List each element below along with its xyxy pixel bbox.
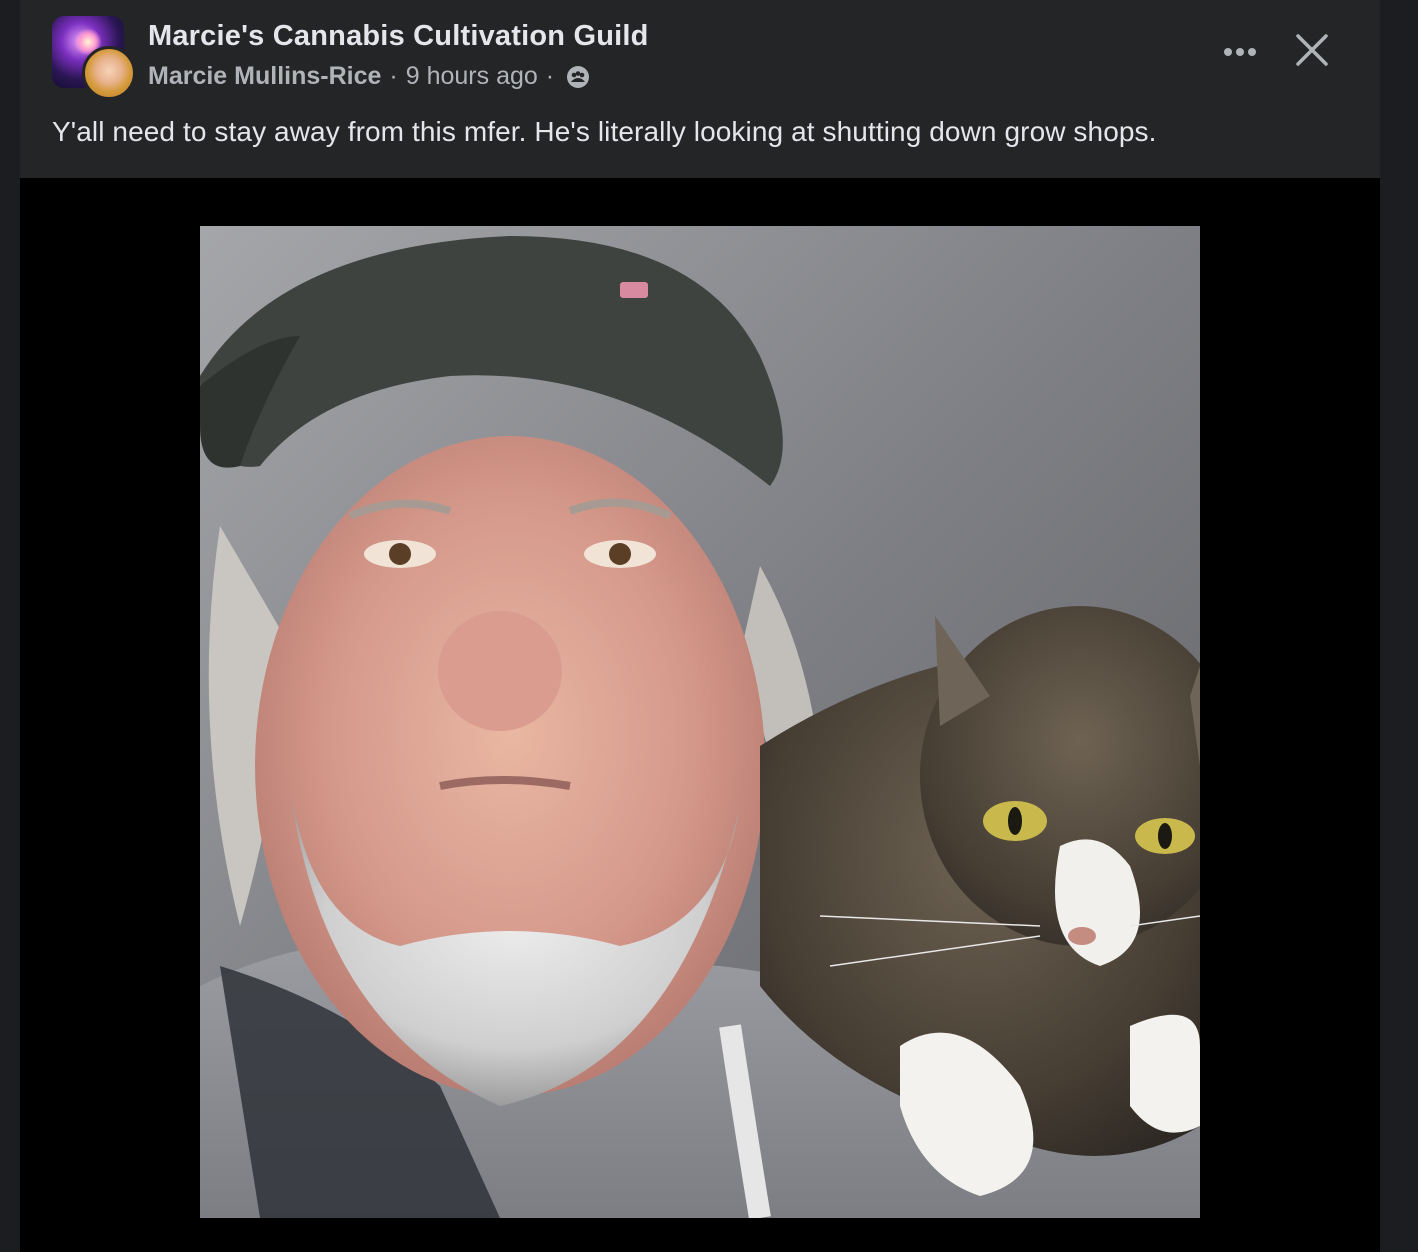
avatar-group[interactable] (52, 16, 136, 100)
author-name-link[interactable]: Marcie Mullins-Rice (148, 62, 381, 91)
close-icon (1295, 33, 1329, 72)
group-name-link[interactable]: Marcie's Cannabis Cultivation Guild (148, 20, 649, 53)
close-button[interactable] (1290, 30, 1334, 74)
post-card: Marcie's Cannabis Cultivation Guild Marc… (20, 0, 1380, 1252)
post-timestamp[interactable]: 9 hours ago (406, 62, 538, 91)
meta-separator: · (389, 62, 398, 90)
post-body-text: Y'all need to stay away from this mfer. … (52, 116, 1157, 147)
post-photo[interactable] (200, 226, 1200, 1218)
post-media (20, 178, 1380, 1252)
user-avatar[interactable] (82, 46, 136, 100)
more-options-button[interactable] (1220, 36, 1260, 70)
meta-separator: · (545, 62, 555, 90)
post-meta: Marcie Mullins-Rice · 9 hours ago · (148, 62, 590, 91)
more-options-icon (1223, 44, 1257, 62)
group-members-icon[interactable] (566, 65, 590, 89)
photo-illustration (200, 226, 1200, 1218)
post-header: Marcie's Cannabis Cultivation Guild Marc… (20, 0, 1380, 178)
